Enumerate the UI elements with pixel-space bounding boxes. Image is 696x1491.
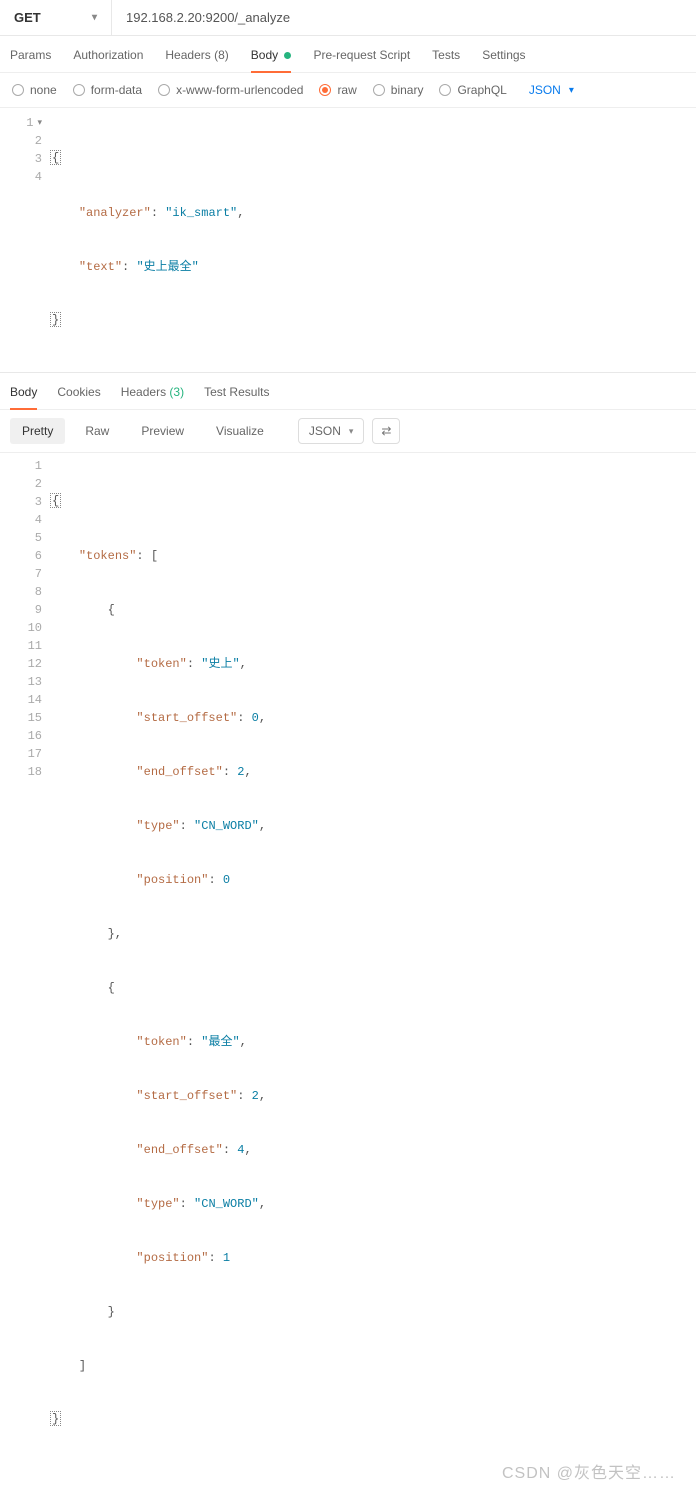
request-tabs: Params Authorization Headers (8) Body Pr… bbox=[0, 36, 696, 73]
http-method-select[interactable]: GET ▾ bbox=[0, 0, 112, 35]
response-code: { "tokens": [ { "token": "史上", "start_of… bbox=[50, 457, 696, 1465]
wrap-lines-icon[interactable]: ⇄ bbox=[372, 418, 400, 444]
tab-prerequest[interactable]: Pre-request Script bbox=[313, 48, 410, 72]
response-view-row: Pretty Raw Preview Visualize JSON ▾ ⇄ bbox=[0, 410, 696, 453]
tab-headers-label: Headers bbox=[165, 48, 210, 62]
view-pretty[interactable]: Pretty bbox=[10, 418, 65, 444]
body-lang-select[interactable]: JSON ▾ bbox=[529, 83, 574, 97]
response-tabs: Body Cookies Headers (3) Test Results bbox=[0, 373, 696, 410]
radio-x-www-form-urlencoded[interactable]: x-www-form-urlencoded bbox=[158, 83, 303, 97]
response-lang-value: JSON bbox=[309, 424, 341, 438]
radio-raw[interactable]: raw bbox=[319, 83, 356, 97]
body-type-row: none form-data x-www-form-urlencoded raw… bbox=[0, 73, 696, 108]
resp-tab-test-results[interactable]: Test Results bbox=[204, 385, 269, 409]
response-lang-select[interactable]: JSON ▾ bbox=[298, 418, 365, 444]
tab-headers-count: (8) bbox=[214, 48, 229, 62]
request-body-editor[interactable]: 1▾ 2 3 4 { "analyzer": "ik_smart", "text… bbox=[0, 108, 696, 373]
view-visualize[interactable]: Visualize bbox=[204, 418, 276, 444]
resp-tab-body[interactable]: Body bbox=[10, 385, 37, 409]
resp-tab-headers-label: Headers bbox=[121, 385, 166, 399]
request-gutter: 1▾ 2 3 4 bbox=[0, 114, 50, 366]
tab-headers[interactable]: Headers (8) bbox=[165, 48, 228, 72]
request-bar: GET ▾ bbox=[0, 0, 696, 36]
request-code: { "analyzer": "ik_smart", "text": "史上最全"… bbox=[50, 114, 696, 366]
chevron-down-icon: ▾ bbox=[349, 426, 354, 437]
chevron-down-icon: ▾ bbox=[569, 85, 574, 96]
tab-params[interactable]: Params bbox=[10, 48, 51, 72]
view-raw[interactable]: Raw bbox=[73, 418, 121, 444]
tab-authorization[interactable]: Authorization bbox=[73, 48, 143, 72]
radio-form-data[interactable]: form-data bbox=[73, 83, 142, 97]
radio-none[interactable]: none bbox=[12, 83, 57, 97]
resp-tab-cookies[interactable]: Cookies bbox=[57, 385, 100, 409]
tab-settings[interactable]: Settings bbox=[482, 48, 525, 72]
tab-tests[interactable]: Tests bbox=[432, 48, 460, 72]
tab-body[interactable]: Body bbox=[251, 48, 292, 72]
http-method-value: GET bbox=[14, 10, 41, 25]
response-gutter: 123 456 789 101112 131415 161718 bbox=[0, 457, 50, 1465]
resp-headers-count: (3) bbox=[169, 385, 184, 399]
url-input[interactable] bbox=[112, 0, 696, 35]
view-preview[interactable]: Preview bbox=[129, 418, 196, 444]
resp-tab-headers[interactable]: Headers (3) bbox=[121, 385, 184, 409]
chevron-down-icon: ▾ bbox=[92, 12, 97, 23]
radio-graphql[interactable]: GraphQL bbox=[439, 83, 506, 97]
radio-binary[interactable]: binary bbox=[373, 83, 424, 97]
response-body-editor[interactable]: 123 456 789 101112 131415 161718 { "toke… bbox=[0, 453, 696, 1475]
watermark: CSDN @灰色天空…… bbox=[0, 1455, 696, 1491]
body-lang-value: JSON bbox=[529, 83, 561, 97]
unsaved-dot-icon bbox=[284, 52, 291, 59]
fold-icon[interactable]: ▾ bbox=[37, 114, 42, 132]
tab-body-label: Body bbox=[251, 48, 278, 62]
